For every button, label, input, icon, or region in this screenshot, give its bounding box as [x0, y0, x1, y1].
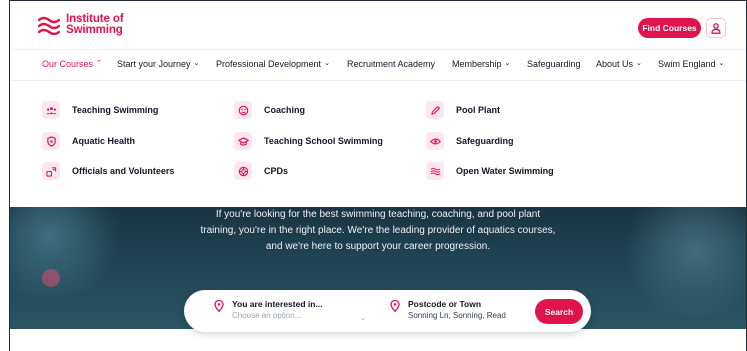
brand-line-2: Swimming — [66, 24, 123, 36]
interest-select[interactable]: You are interested in... Choose an optio… — [214, 299, 323, 321]
nav-label: Start your Journey — [117, 59, 191, 69]
main-nav: Our Courses ⌃ Start your Journey ⌄ Profe… — [10, 49, 746, 81]
chevron-down-icon[interactable]: ⌄ — [360, 314, 366, 322]
location-pin-icon — [390, 300, 400, 312]
menu-item-officials-volunteers[interactable]: Officials and Volunteers — [42, 162, 174, 180]
nav-label: About Us — [596, 59, 634, 69]
nav-professional-development[interactable]: Professional Development ⌄ — [216, 59, 330, 69]
waves-icon — [426, 162, 444, 180]
eye-icon — [426, 132, 444, 150]
hero-line: training, you're in the right place. We'… — [200, 225, 556, 236]
nav-membership[interactable]: Membership ⌄ — [452, 59, 510, 69]
hero-line: and we're here to support your career pr… — [265, 241, 491, 252]
menu-item-safeguarding[interactable]: Safeguarding — [426, 132, 514, 150]
hero-description: If you're looking for the best swimming … — [10, 207, 746, 255]
hero-line: If you're looking for the best swimming … — [215, 209, 541, 220]
menu-item-label: Safeguarding — [456, 136, 514, 146]
chevron-down-icon: ⌄ — [636, 59, 642, 67]
nav-label: Membership — [452, 59, 502, 69]
nav-about-us[interactable]: About Us ⌄ — [596, 59, 642, 69]
shield-icon — [42, 132, 60, 150]
menu-item-label: Officials and Volunteers — [72, 166, 175, 176]
nav-safeguarding[interactable]: Safeguarding — [527, 59, 581, 69]
header: Institute of Swimming Find Courses — [10, 1, 746, 49]
location-value: Sonning Ln, Sonning, Read — [408, 311, 506, 320]
brand-logo[interactable]: Institute of Swimming — [38, 13, 124, 36]
menu-item-label: Teaching Swimming — [72, 105, 159, 115]
menu-item-aquatic-health[interactable]: Aquatic Health — [42, 132, 135, 150]
menu-item-coaching[interactable]: Coaching — [234, 101, 305, 119]
waves-logo-icon — [38, 16, 60, 35]
search-button[interactable]: Search — [535, 299, 583, 324]
menu-item-label: Open Water Swimming — [456, 166, 554, 176]
menu-item-teaching-school-swimming[interactable]: Teaching School Swimming — [234, 132, 383, 150]
content-area — [10, 329, 746, 351]
menu-item-label: Pool Plant — [456, 105, 501, 115]
menu-item-teaching-swimming[interactable]: Teaching Swimming — [42, 101, 158, 119]
nav-label: Swim England — [658, 59, 716, 69]
courses-dropdown: Teaching Swimming Aquatic Health Officia… — [10, 81, 746, 207]
nav-start-your-journey[interactable]: Start your Journey ⌄ — [117, 59, 199, 69]
find-courses-button[interactable]: Find Courses — [638, 18, 701, 38]
coaching-icon — [234, 101, 252, 119]
course-search-bar: You are interested in... Choose an optio… — [184, 290, 591, 332]
group-icon — [42, 101, 60, 119]
menu-item-cpds[interactable]: CPDs — [234, 162, 288, 180]
chevron-up-icon: ⌃ — [96, 59, 102, 67]
chevron-down-icon: ⌄ — [324, 59, 330, 67]
pen-icon — [426, 101, 444, 119]
menu-item-open-water-swimming[interactable]: Open Water Swimming — [426, 162, 554, 180]
account-button[interactable] — [706, 18, 726, 38]
menu-item-label: Aquatic Health — [72, 136, 136, 146]
nav-our-courses[interactable]: Our Courses ⌃ — [42, 59, 102, 69]
user-icon — [711, 22, 721, 34]
chevron-down-icon: ⌄ — [718, 59, 725, 67]
chevron-down-icon: ⌄ — [504, 59, 511, 67]
nav-label: Our Courses — [42, 59, 94, 69]
interest-label: You are interested in... — [232, 299, 323, 309]
location-pin-icon — [214, 300, 224, 312]
nav-label: Recruitment Academy — [347, 59, 436, 69]
graduation-cap-icon — [234, 132, 252, 150]
lifebuoy-icon — [234, 162, 252, 180]
location-input[interactable]: Postcode or Town Sonning Ln, Sonning, Re… — [390, 299, 506, 321]
menu-item-pool-plant[interactable]: Pool Plant — [426, 101, 500, 119]
chevron-down-icon: ⌄ — [193, 59, 200, 67]
page-frame: Institute of Swimming Find Courses Our C… — [9, 0, 747, 351]
menu-item-label: CPDs — [264, 166, 289, 176]
menu-item-label: Coaching — [264, 105, 306, 115]
nav-label: Professional Development — [216, 59, 322, 69]
location-label: Postcode or Town — [408, 299, 482, 309]
nav-recruitment-academy[interactable]: Recruitment Academy — [347, 59, 435, 69]
nav-swim-england[interactable]: Swim England ⌄ — [658, 59, 724, 69]
menu-item-label: Teaching School Swimming — [264, 136, 383, 146]
interest-placeholder: Choose an option... — [232, 311, 302, 320]
volunteers-icon — [42, 162, 60, 180]
brand-name: Institute of Swimming — [66, 13, 124, 36]
nav-label: Safeguarding — [527, 59, 581, 69]
decorative-ball — [42, 269, 60, 287]
